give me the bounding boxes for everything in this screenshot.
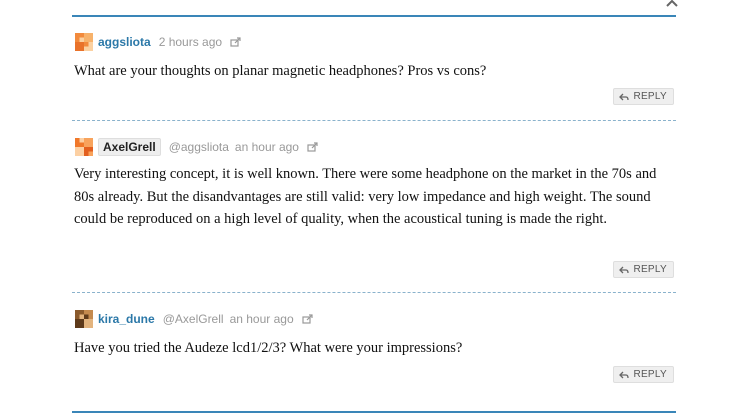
reply-arrow-icon [619, 93, 630, 100]
author-link[interactable]: kira_dune [98, 312, 155, 326]
author-badge[interactable]: AxelGrell [98, 138, 161, 156]
comment-item: kira_dune @AxelGrell an hour ago Have yo… [72, 293, 676, 411]
comment-body: Have you tried the Audeze lcd1/2/3? What… [74, 340, 463, 356]
avatar[interactable] [74, 33, 94, 51]
collapse-caret-icon[interactable] [666, 0, 678, 8]
mention-link[interactable]: @aggsliota [169, 140, 229, 154]
reply-arrow-icon [619, 266, 630, 273]
avatar[interactable] [74, 138, 94, 156]
reply-button[interactable]: REPLY [613, 88, 674, 105]
reply-arrow-icon [619, 371, 630, 378]
reply-label: REPLY [633, 369, 667, 380]
reply-label: REPLY [633, 264, 667, 275]
timestamp-link[interactable]: an hour ago [235, 140, 299, 154]
share-icon[interactable] [230, 37, 242, 47]
mention-link[interactable]: @AxelGrell [163, 312, 224, 326]
thread-bottom-border [72, 411, 676, 413]
timestamp-link[interactable]: an hour ago [230, 312, 294, 326]
reply-label: REPLY [633, 91, 667, 102]
comment-body: What are your thoughts on planar magneti… [74, 63, 487, 79]
comment-item: aggsliota 2 hours ago What are your thou… [72, 17, 676, 121]
comment-header: aggsliota 2 hours ago [98, 33, 242, 51]
comment-header: kira_dune @AxelGrell an hour ago [98, 310, 314, 328]
timestamp-link[interactable]: 2 hours ago [159, 35, 222, 49]
reply-button[interactable]: REPLY [613, 366, 674, 383]
comment-body: Very interesting concept, it is well kno… [74, 166, 657, 227]
comment-item: AxelGrell @aggsliota an hour ago Very in… [72, 121, 676, 293]
share-icon[interactable] [307, 142, 319, 152]
avatar[interactable] [74, 310, 94, 328]
author-link[interactable]: aggsliota [98, 35, 151, 49]
comment-header: AxelGrell @aggsliota an hour ago [98, 138, 319, 156]
share-icon[interactable] [302, 314, 314, 324]
reply-button[interactable]: REPLY [613, 261, 674, 278]
